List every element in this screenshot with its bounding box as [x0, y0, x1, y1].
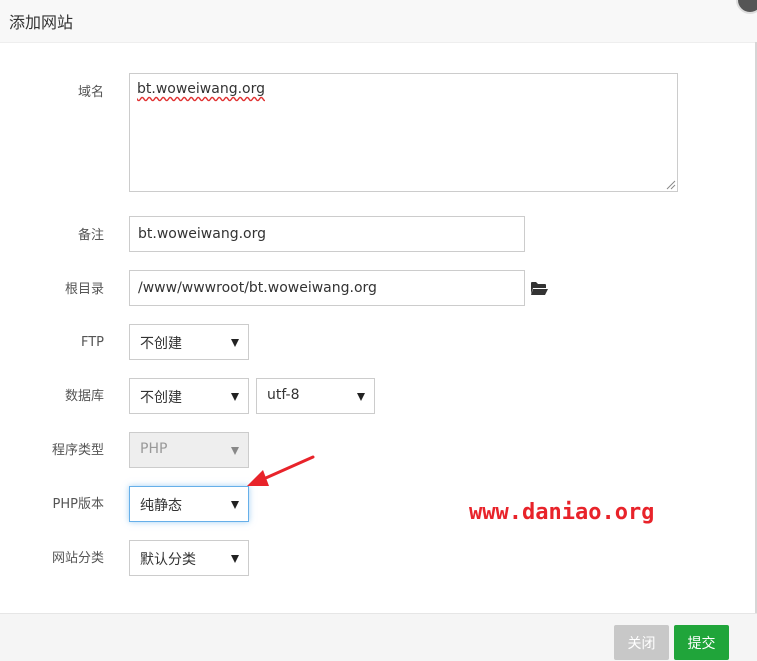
chevron-down-icon	[231, 393, 239, 401]
domain-label: 域名	[77, 85, 104, 100]
note-input[interactable]	[129, 216, 525, 252]
ftp-select[interactable]: 不创建	[129, 324, 249, 360]
chevron-down-icon	[231, 501, 239, 509]
database-select-value: 不创建	[140, 390, 182, 406]
database-label: 数据库	[64, 389, 104, 404]
database-select[interactable]: 不创建	[129, 378, 249, 414]
ftp-select-value: 不创建	[140, 336, 182, 352]
folder-open-icon[interactable]	[530, 281, 549, 296]
php-version-label: PHP版本	[52, 497, 104, 512]
program-type-select: PHP	[129, 432, 249, 468]
annotation-arrow-icon	[247, 455, 315, 486]
site-category-select[interactable]: 默认分类	[129, 540, 249, 576]
dialog-header: 添加网站	[0, 0, 757, 43]
watermark-text: www.daniao.org	[469, 500, 655, 525]
chevron-down-icon	[357, 393, 365, 401]
site-category-select-value: 默认分类	[140, 552, 196, 568]
domain-textarea[interactable]: bt.woweiwang.org	[129, 73, 678, 192]
php-version-select-value: 纯静态	[140, 498, 182, 514]
program-type-label: 程序类型	[51, 443, 104, 458]
dialog-title: 添加网站	[9, 13, 74, 32]
ftp-label: FTP	[80, 335, 104, 350]
charset-select-value: utf-8	[267, 387, 300, 403]
root-dir-input[interactable]	[129, 270, 525, 306]
chevron-down-icon	[231, 447, 239, 455]
charset-select[interactable]: utf-8	[256, 378, 375, 414]
close-button[interactable]: 关闭	[614, 625, 669, 660]
program-type-select-value: PHP	[140, 441, 168, 457]
domain-value: bt.woweiwang.org	[137, 81, 265, 97]
chevron-down-icon	[231, 555, 239, 563]
submit-button[interactable]: 提交	[674, 625, 729, 660]
note-label: 备注	[77, 228, 104, 243]
resize-handle-icon[interactable]	[665, 179, 676, 190]
site-category-label: 网站分类	[51, 551, 104, 566]
root-dir-label: 根目录	[64, 282, 104, 297]
chevron-down-icon	[231, 339, 239, 347]
php-version-select[interactable]: 纯静态	[129, 486, 249, 522]
